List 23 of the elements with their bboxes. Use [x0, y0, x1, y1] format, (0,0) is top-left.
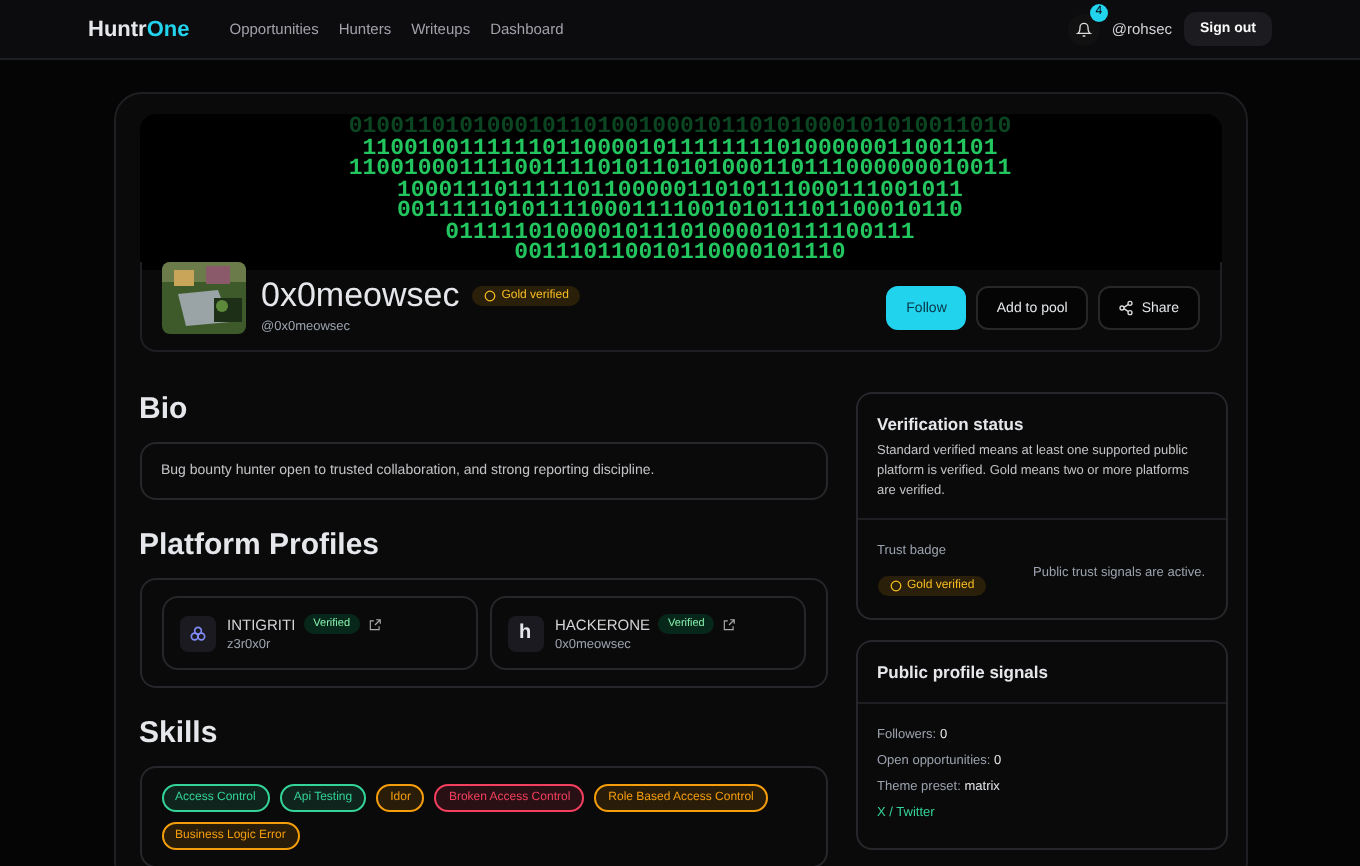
binary-text: 110010001111001111010110101000110111000000010011: [348, 160, 1012, 182]
binary-text: 010011010100010110100100010110101000101010011010: [348, 118, 1012, 140]
binary-text: 001110110010110000101110: [514, 244, 846, 266]
platform-logo: h: [507, 615, 543, 651]
section-title: Skills: [139, 716, 220, 750]
external-link-icon[interactable]: [722, 617, 737, 631]
platform-logo-icon: [179, 615, 215, 651]
seal-icon: [483, 290, 496, 302]
seal-icon: [889, 580, 901, 592]
section-title: Bio: [139, 392, 190, 426]
brand-logo[interactable]: HuntrOne: [88, 17, 190, 41]
external-link-icon[interactable]: [368, 617, 383, 631]
section-title: Platform Profiles: [139, 528, 382, 562]
profile-name: 0x0meowsec: [261, 276, 460, 316]
binary-text: 1100100111111011000010111111110100000011001101: [362, 139, 998, 161]
panel-title: Public profile signals: [875, 660, 1050, 686]
panel-title: Verification status: [875, 412, 1026, 438]
notification-button[interactable]: [1067, 13, 1100, 45]
binary-text: 10001110111110110000011010111000111001011: [397, 181, 963, 203]
bell-icon: [1075, 21, 1092, 37]
binary-text: 0111110100001011101000010111100111: [445, 223, 915, 245]
binary-text: 00111110101111000111100101011101100010110: [397, 202, 963, 224]
share-icon: [1117, 300, 1134, 316]
